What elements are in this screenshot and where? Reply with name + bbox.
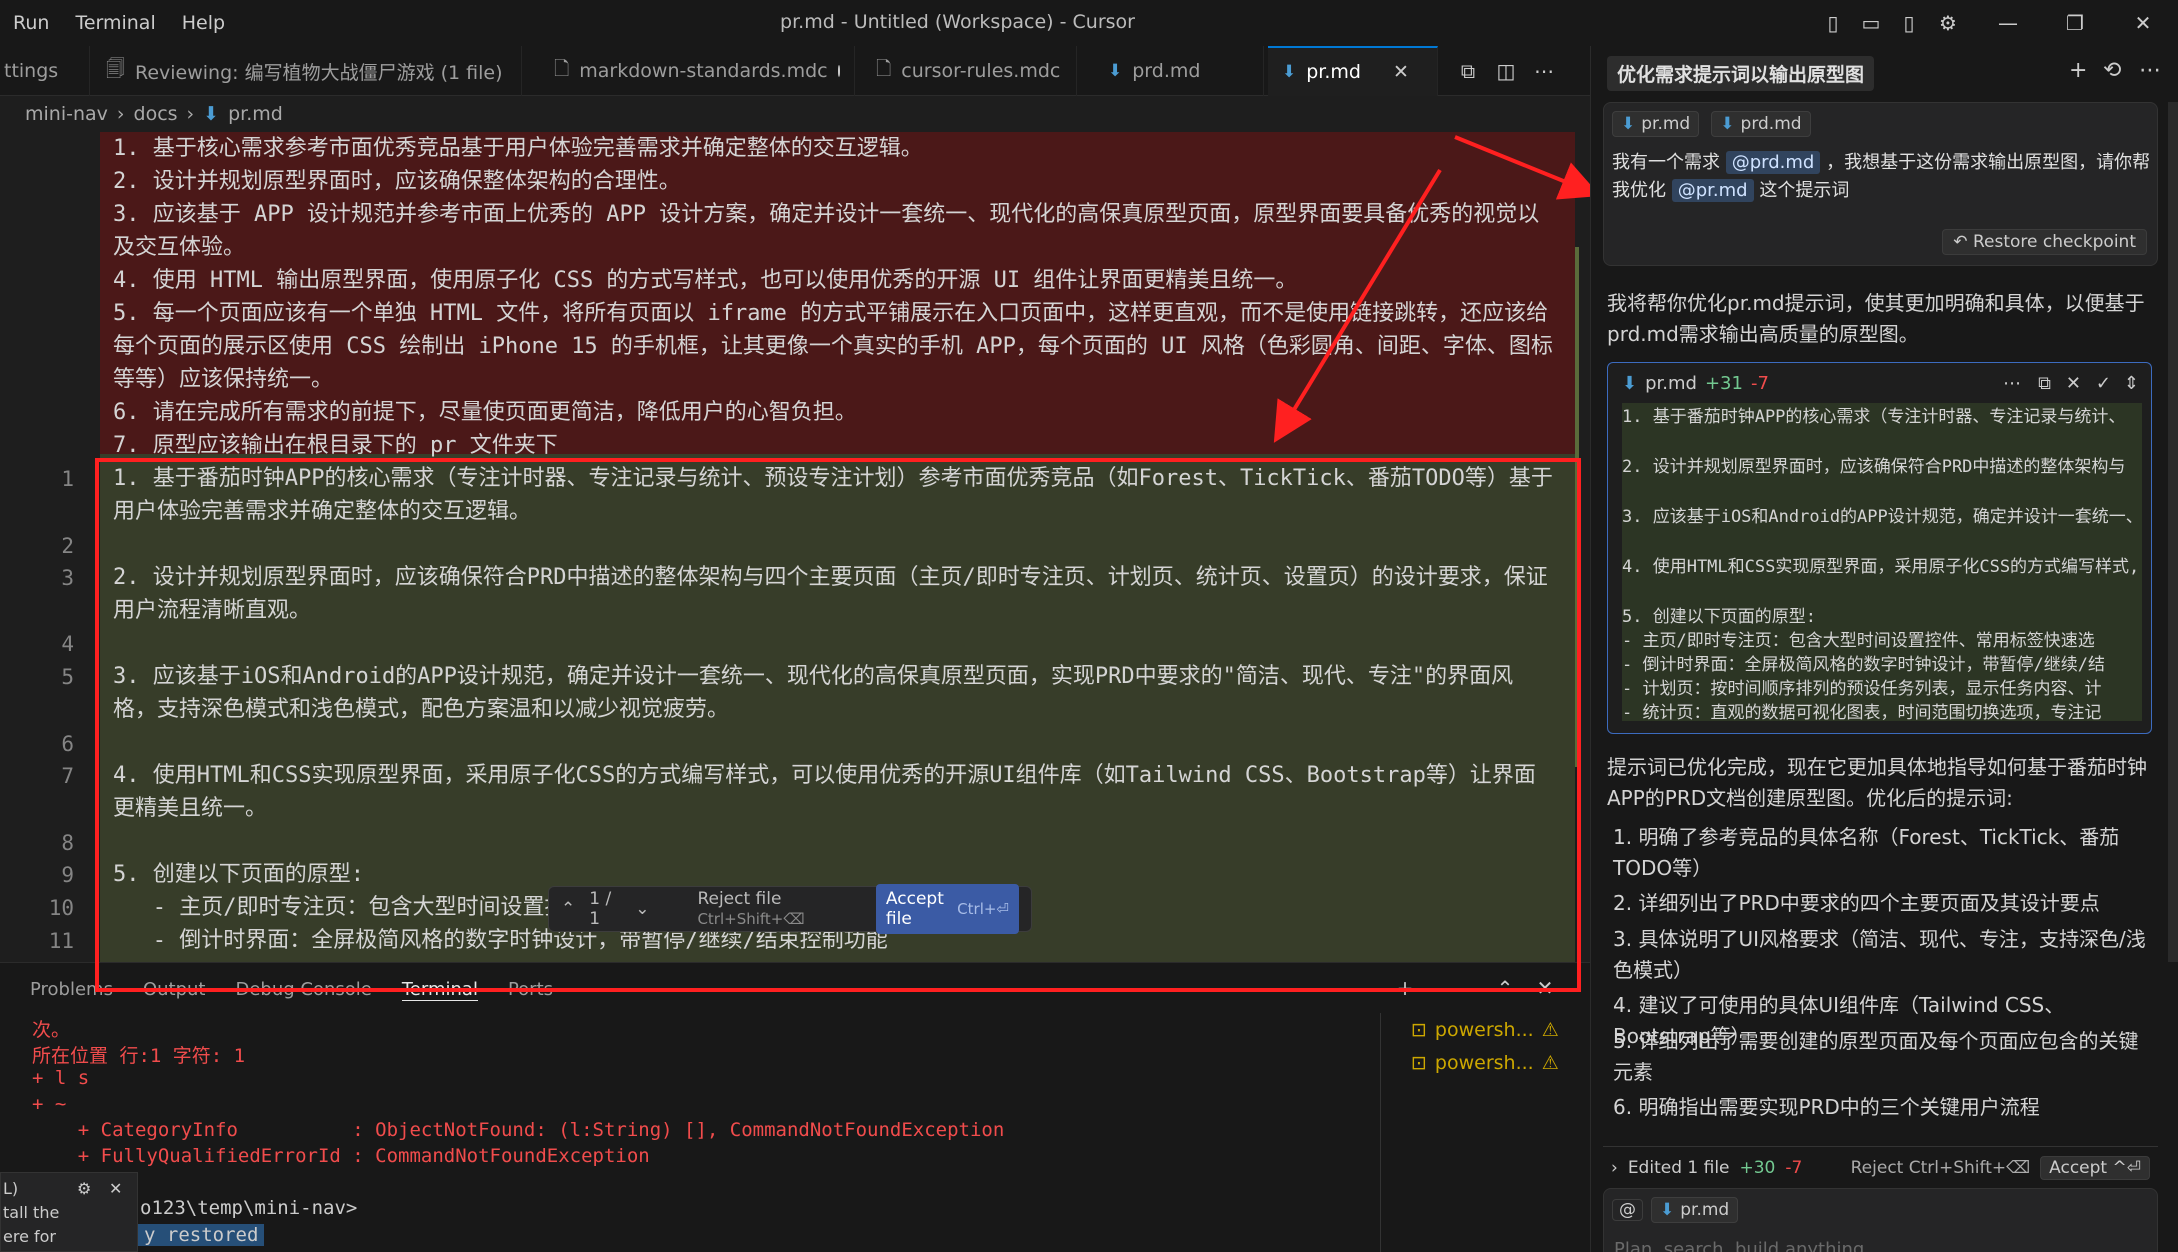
more-icon[interactable]: ⋯ <box>2003 373 2021 394</box>
mention-prd[interactable]: @prd.md <box>1725 151 1821 174</box>
chat-scrollbar[interactable] <box>2168 102 2178 962</box>
diff-card-line: 5. 创建以下页面的原型: <box>1622 607 1816 627</box>
diff-card-line: 2. 设计并规划原型界面时，应该确保符合PRD中描述的整体架构与 <box>1622 457 2126 477</box>
more-icon[interactable]: ⋯ <box>2139 58 2161 83</box>
diff-card-line: 1. 基于番茄时钟APP的核心需求（专注计时器、专注记录与统计、 <box>1622 407 2126 427</box>
chat-header: 优化需求提示词以输出原型图 <box>1607 56 1875 91</box>
new-chat-icon[interactable]: + <box>2069 58 2087 83</box>
copy-icon[interactable]: ⧉ <box>2038 373 2051 394</box>
markdown-icon: ⬇ <box>1622 372 1638 394</box>
context-pill-label: pr.md <box>1641 114 1691 134</box>
history-icon[interactable]: ⟲ <box>2103 58 2121 83</box>
summary-item: 5. 详细列出了需要创建的原型页面及每个页面应包含的关键元素 <box>1613 1029 2139 1084</box>
markdown-icon: ⬇ <box>1720 114 1735 134</box>
assistant-intro: 我将帮你优化pr.md提示词，使其更加明确和具体，以便基于prd.md需求输出高… <box>1607 291 2145 346</box>
chat-title[interactable]: 优化需求提示词以输出原型图 <box>1607 56 1875 91</box>
summary-item: 2. 详细列出了PRD中要求的四个主要页面及其设计要点 <box>1613 891 2100 915</box>
diff-card-line: 3. 应该基于iOS和Android的APP设计规范，确定并设计一套统一、 <box>1622 507 2142 527</box>
accept-all-button[interactable]: Accept ^⏎ <box>2040 1155 2150 1180</box>
context-pill-label: prd.md <box>1740 114 1802 134</box>
summary-item: 1. 明确了参考竞品的具体名称（Forest、TickTick、番茄TODO等） <box>1613 825 2120 880</box>
summary-item: 6. 明确指出需要实现PRD中的三个关键用户流程 <box>1613 1095 2040 1119</box>
assistant-summary: 提示词已优化完成，现在它更加具体地指导如何基于番茄时钟APP的PRD文档创建原型… <box>1607 755 2147 810</box>
context-pill[interactable]: ⬇ pr.md <box>1612 111 1700 137</box>
expand-icon[interactable]: ⇕ <box>2124 373 2139 394</box>
diff-removed-count: -7 <box>1750 372 1769 394</box>
diff-card-header: ⬇ pr.md +31 -7 ⋯ ⧉ ✕ ✓ ⇕ <box>1608 363 2151 403</box>
input-pill-label: pr.md <box>1680 1200 1730 1220</box>
restore-label: Restore checkpoint <box>1972 232 2136 252</box>
user-message-text: 我有一个需求 @prd.md ，我想基于这份需求输出原型图，请你帮我优化 @pr… <box>1612 149 2152 205</box>
diff-card-line: - 倒计时界面：全屏极简风格的数字时钟设计，带暂停/继续/结 <box>1622 655 2105 675</box>
summary-item: 3. 具体说明了UI风格要求（简洁、现代、专注，支持深色/浅色模式） <box>1613 927 2146 982</box>
context-pill[interactable]: ⬇ prd.md <box>1711 111 1811 137</box>
diff-card-line: 4. 使用HTML和CSS实现原型界面，采用原子化CSS的方式编写样式, <box>1622 557 2140 577</box>
diff-card[interactable]: ⬇ pr.md +31 -7 ⋯ ⧉ ✕ ✓ ⇕ 1. 基于番茄时钟APP的核心… <box>1607 362 2152 734</box>
edited-label: Edited 1 file <box>1627 1157 1730 1178</box>
arrow-to-editor <box>1273 168 1442 443</box>
arrow-to-message <box>1454 135 1601 200</box>
input-context: @ ⬇ pr.md <box>1612 1197 1744 1223</box>
mention-pr[interactable]: @pr.md <box>1671 179 1754 202</box>
chat-input-placeholder: Plan, search, build anything <box>1614 1239 1865 1252</box>
edited-added-count: +30 <box>1739 1157 1776 1178</box>
diff-card-file: pr.md <box>1645 372 1697 394</box>
restore-checkpoint-button[interactable]: ↶ Restore checkpoint <box>1942 229 2147 255</box>
accept-check-icon[interactable]: ✓ <box>2096 373 2111 394</box>
markdown-icon: ⬇ <box>1621 114 1636 134</box>
diff-card-line: - 主页/即时专注页：包含大型时间设置控件、常用标签快速选 <box>1622 631 2095 651</box>
context-pills: ⬇ pr.md ⬇ prd.md <box>1612 111 1817 137</box>
diff-card-line: - 计划页：按时间顺序排列的预设任务列表，显示任务内容、计 <box>1622 679 2102 699</box>
edited-removed-count: -7 <box>1785 1157 1803 1178</box>
reject-icon[interactable]: ✕ <box>2066 373 2081 394</box>
diff-added-count: +31 <box>1704 372 1743 394</box>
edited-files-bar: › Edited 1 file +30 -7 Reject Ctrl+Shift… <box>1603 1146 2158 1188</box>
input-context-pill[interactable]: ⬇ pr.md <box>1651 1197 1739 1223</box>
message-text: 我有一个需求 <box>1612 152 1720 173</box>
chevron-right-icon[interactable]: › <box>1611 1158 1618 1178</box>
ai-chat-pane: 优化需求提示词以输出原型图 + ⟲ ⋯ ⬇ pr.md ⬇ prd.md 我有一… <box>1590 46 2178 1252</box>
markdown-icon: ⬇ <box>1660 1200 1675 1220</box>
message-text: 这个提示词 <box>1759 180 1850 201</box>
chat-input[interactable]: @ ⬇ pr.md Plan, search, build anything <box>1603 1188 2158 1252</box>
user-message[interactable]: ⬇ pr.md ⬇ prd.md 我有一个需求 @prd.md ，我想基于这份需… <box>1603 102 2158 266</box>
mention-icon[interactable]: @ <box>1612 1199 1643 1221</box>
restore-icon: ↶ <box>1953 232 1968 252</box>
reject-all-button[interactable]: Reject Ctrl+Shift+⌫ <box>1851 1158 2031 1178</box>
diff-card-line: - 统计页：直观的数据可视化图表，时间范围切换选项，专注记 <box>1622 703 2102 723</box>
